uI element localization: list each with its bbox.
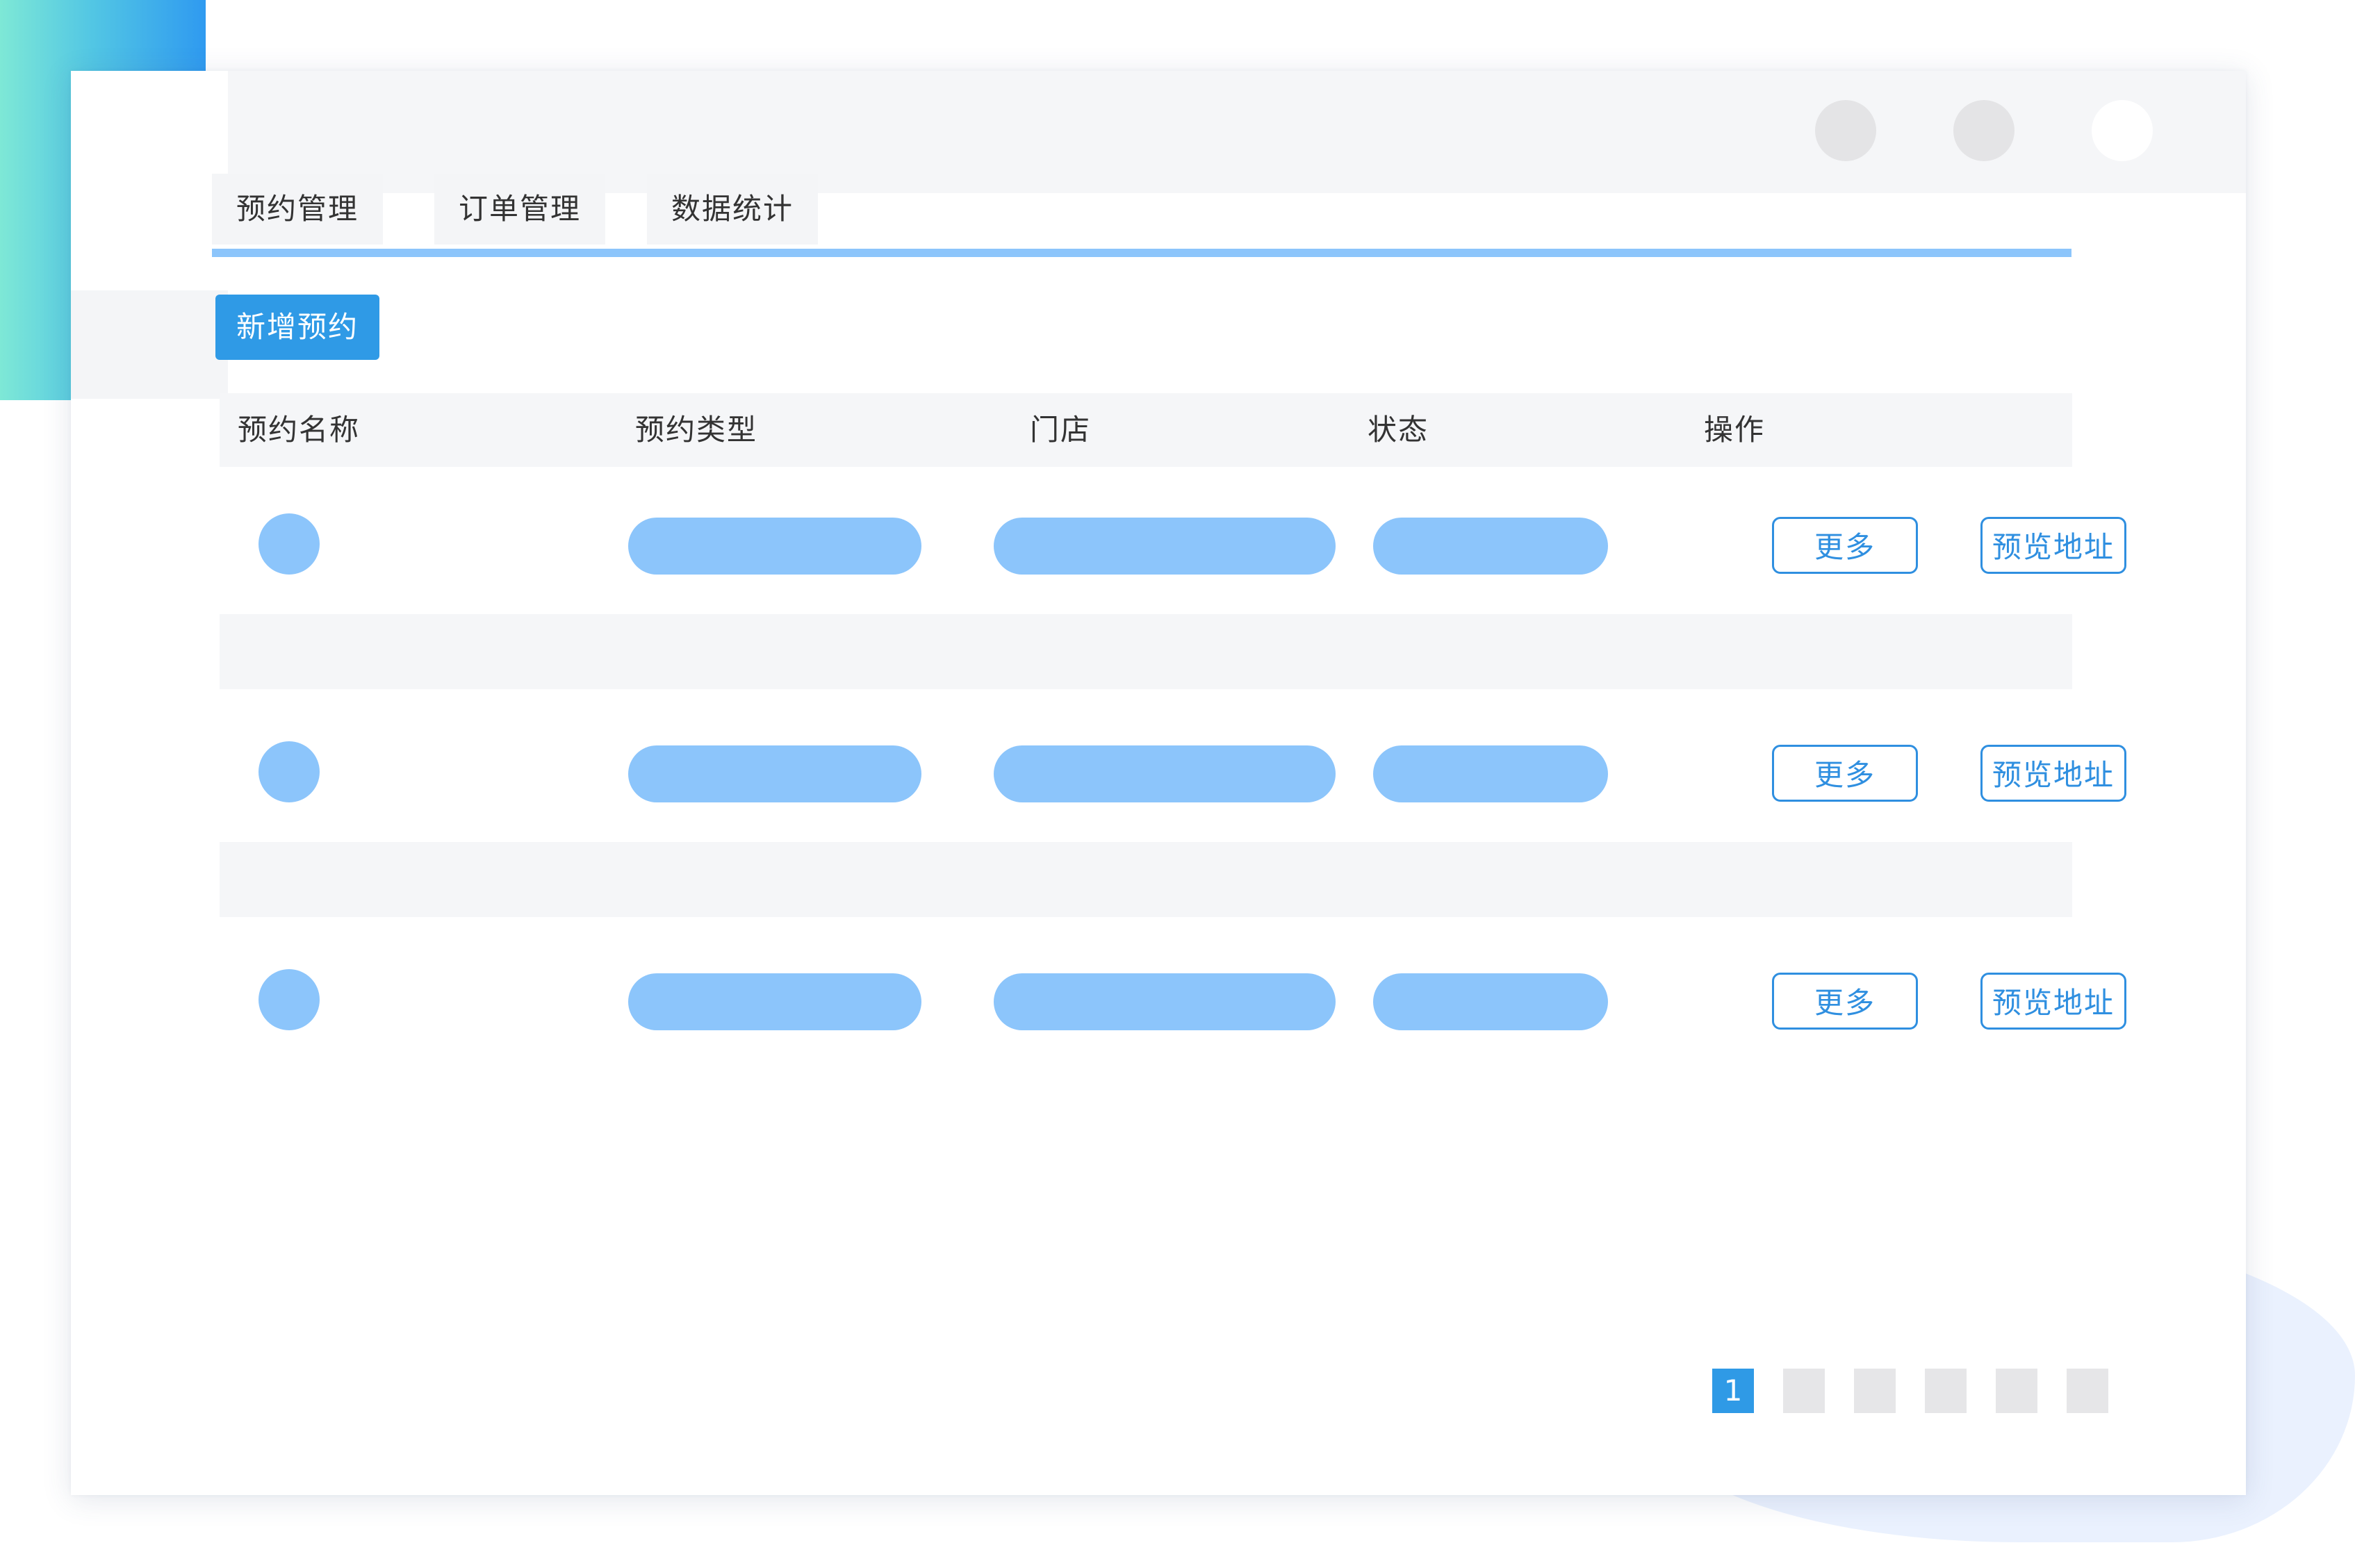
tab-underline bbox=[212, 249, 2071, 257]
column-header-name: 预约名称 bbox=[238, 413, 361, 447]
store-placeholder bbox=[994, 518, 1336, 575]
header-avatar-icon[interactable] bbox=[1815, 100, 1876, 161]
store-placeholder bbox=[994, 745, 1336, 802]
header-notification-icon[interactable] bbox=[1953, 100, 2015, 161]
type-placeholder bbox=[628, 745, 921, 802]
column-header-actions: 操作 bbox=[1704, 413, 1766, 447]
preview-link-button[interactable]: 预览地址 bbox=[1980, 745, 2126, 802]
tab-bar: 预约管理 订单管理 数据统计 bbox=[212, 174, 2071, 328]
status-placeholder bbox=[1373, 745, 1608, 802]
sidebar-item-active[interactable] bbox=[71, 290, 228, 399]
table-row: 更多 预览地址 bbox=[220, 695, 2126, 827]
row-avatar-placeholder bbox=[259, 741, 320, 802]
store-placeholder bbox=[994, 973, 1336, 1030]
page-button[interactable] bbox=[1854, 1369, 1896, 1413]
row-divider-stripe bbox=[220, 842, 2072, 917]
add-appointment-button[interactable]: 新增预约 bbox=[215, 295, 379, 360]
preview-link-button[interactable]: 预览地址 bbox=[1980, 973, 2126, 1030]
table-header: 预约名称 预约类型 门店 状态 操作 bbox=[220, 393, 2072, 467]
column-header-store: 门店 bbox=[1030, 413, 1092, 447]
table-row: 更多 预览地址 bbox=[220, 923, 2126, 1055]
table-row: 更多 预览地址 bbox=[220, 467, 2126, 599]
header-user-icon[interactable] bbox=[2092, 100, 2153, 161]
status-placeholder bbox=[1373, 518, 1608, 575]
sidebar-logo-area bbox=[71, 71, 228, 193]
column-header-status: 状态 bbox=[1368, 413, 1429, 447]
page-button-current[interactable]: 1 bbox=[1712, 1369, 1754, 1413]
more-button[interactable]: 更多 bbox=[1772, 745, 1918, 802]
page-button[interactable] bbox=[2067, 1369, 2108, 1413]
preview-link-button[interactable]: 预览地址 bbox=[1980, 517, 2126, 574]
row-divider-stripe bbox=[220, 614, 2072, 689]
tab-data-statistics[interactable]: 数据统计 bbox=[647, 174, 818, 245]
more-button[interactable]: 更多 bbox=[1772, 517, 1918, 574]
tab-appointment-management[interactable]: 预约管理 bbox=[212, 174, 383, 245]
type-placeholder bbox=[628, 973, 921, 1030]
row-avatar-placeholder bbox=[259, 513, 320, 575]
row-avatar-placeholder bbox=[259, 969, 320, 1030]
page-button[interactable] bbox=[1996, 1369, 2037, 1413]
page-button[interactable] bbox=[1783, 1369, 1825, 1413]
status-placeholder bbox=[1373, 973, 1608, 1030]
type-placeholder bbox=[628, 518, 921, 575]
tab-order-management[interactable]: 订单管理 bbox=[434, 174, 605, 245]
page-button[interactable] bbox=[1925, 1369, 1967, 1413]
column-header-type: 预约类型 bbox=[635, 413, 758, 447]
more-button[interactable]: 更多 bbox=[1772, 973, 1918, 1030]
